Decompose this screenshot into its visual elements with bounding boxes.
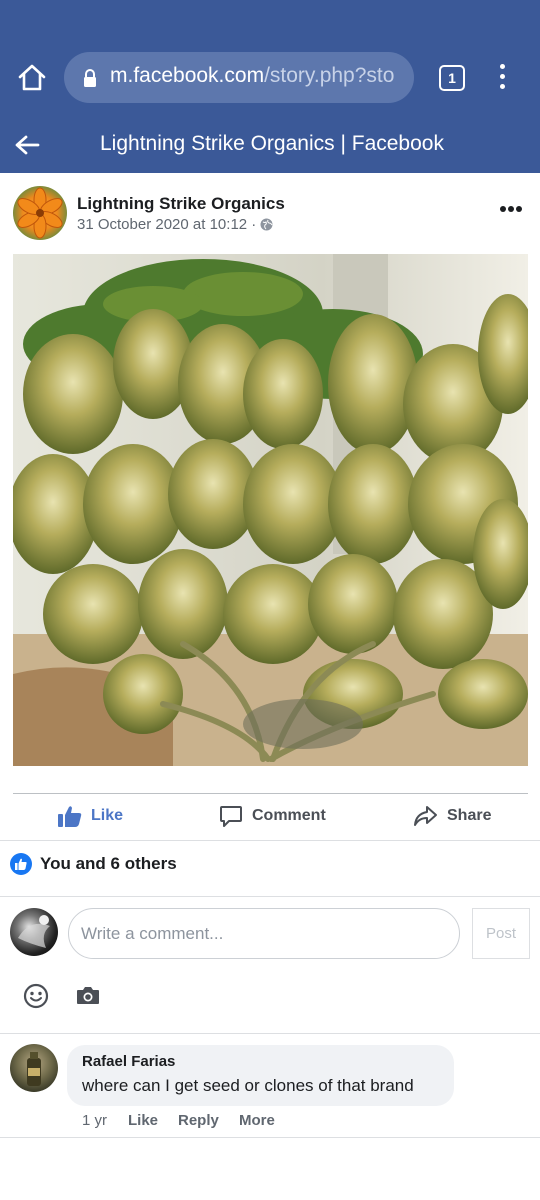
comment-bubble: Rafael Farias where can I get seed or cl… bbox=[67, 1045, 454, 1106]
comment-text: where can I get seed or clones of that b… bbox=[82, 1076, 414, 1095]
like-button[interactable]: Like bbox=[58, 801, 123, 831]
comment-input[interactable] bbox=[68, 908, 460, 959]
tab-switcher-button[interactable]: 1 bbox=[439, 65, 465, 91]
emoji-icon[interactable] bbox=[23, 983, 49, 1009]
comment-label: Comment bbox=[252, 807, 326, 824]
comment-more-link[interactable]: More bbox=[239, 1112, 275, 1129]
divider bbox=[0, 840, 540, 841]
share-icon bbox=[414, 806, 437, 826]
comment-button[interactable]: Comment bbox=[219, 801, 326, 831]
user-avatar bbox=[10, 908, 58, 956]
globe-icon bbox=[260, 218, 273, 231]
divider bbox=[13, 793, 528, 794]
camera-icon[interactable] bbox=[76, 985, 100, 1005]
overflow-menu-icon[interactable] bbox=[496, 64, 508, 92]
post-photo[interactable] bbox=[13, 254, 528, 766]
divider bbox=[0, 1137, 540, 1138]
post-comment-button[interactable]: Post bbox=[472, 908, 530, 959]
like-label: Like bbox=[91, 807, 124, 824]
commenter-avatar[interactable] bbox=[10, 1044, 58, 1092]
post-author[interactable]: Lightning Strike Organics bbox=[77, 194, 285, 214]
like-reaction-icon bbox=[10, 853, 32, 875]
comment-author[interactable]: Rafael Farias bbox=[82, 1053, 175, 1070]
divider bbox=[0, 1033, 540, 1034]
home-icon[interactable] bbox=[14, 60, 50, 96]
browser-toolbar: m.facebook.com/story.php?sto 1 bbox=[0, 0, 540, 117]
page-title: Lightning Strike Organics | Facebook bbox=[100, 132, 444, 155]
page-avatar[interactable] bbox=[13, 186, 67, 240]
page-header: Lightning Strike Organics | Facebook bbox=[0, 117, 540, 173]
post-meta: 31 October 2020 at 10:12 · bbox=[77, 216, 273, 233]
reactions-summary[interactable]: You and 6 others bbox=[10, 852, 177, 876]
thumbs-up-icon bbox=[58, 806, 82, 827]
back-arrow-icon[interactable] bbox=[14, 133, 40, 157]
comment-time: 1 yr bbox=[82, 1112, 108, 1129]
divider bbox=[0, 896, 540, 897]
comment-reply-link[interactable]: Reply bbox=[178, 1112, 219, 1129]
comment-like-link[interactable]: Like bbox=[128, 1112, 158, 1129]
url-path: /story.php?sto bbox=[264, 64, 395, 87]
address-bar[interactable]: m.facebook.com/story.php?sto bbox=[64, 52, 414, 103]
post-timestamp[interactable]: 31 October 2020 at 10:12 · bbox=[77, 216, 256, 233]
lock-icon bbox=[82, 68, 98, 88]
reactions-text: You and 6 others bbox=[40, 854, 177, 873]
share-button[interactable]: Share bbox=[413, 801, 491, 831]
share-label: Share bbox=[447, 807, 492, 824]
post-options-icon[interactable] bbox=[500, 206, 524, 214]
comment-icon bbox=[220, 806, 242, 827]
url-host: m.facebook.com bbox=[110, 64, 265, 87]
url-text: m.facebook.com/story.php?sto bbox=[110, 64, 394, 88]
